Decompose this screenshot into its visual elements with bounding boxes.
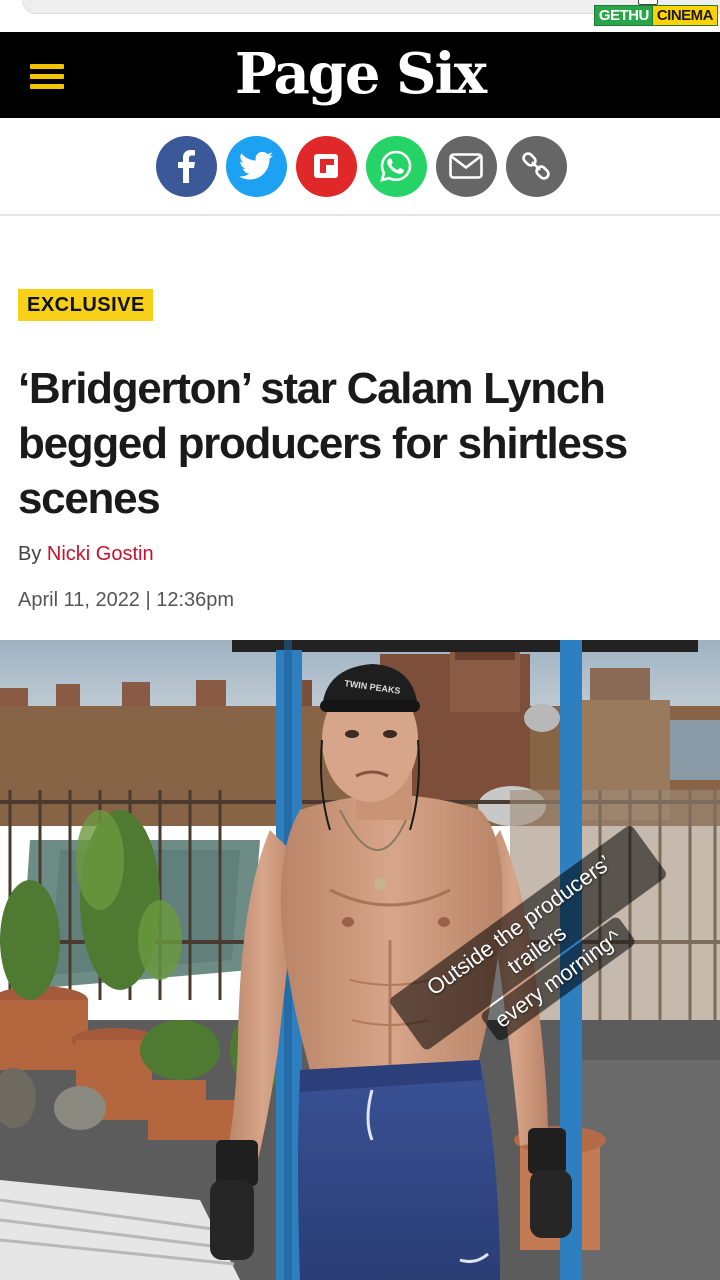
article-header: EXCLUSIVE ‘Bridgerton’ star Calam Lynch … xyxy=(18,289,708,613)
byline-prefix: By xyxy=(18,543,42,565)
twitter-share-button[interactable] xyxy=(225,135,287,197)
facebook-share-button[interactable] xyxy=(155,135,217,197)
twitter-icon xyxy=(238,151,273,180)
author-link[interactable]: Nicki Gostin xyxy=(47,543,154,565)
channel-watermark: GETHU CINEMA xyxy=(593,0,718,27)
browser-strip: GETHU CINEMA xyxy=(0,0,720,32)
flipboard-icon xyxy=(314,154,338,178)
whatsapp-share-button[interactable] xyxy=(365,135,427,197)
copy-link-button[interactable] xyxy=(505,135,567,197)
article-headline: ‘Bridgerton’ star Calam Lynch begged pro… xyxy=(18,364,628,523)
email-icon xyxy=(449,153,483,179)
whatsapp-icon xyxy=(380,150,412,182)
site-header: Page Six xyxy=(0,32,720,118)
byline: By Nicki Gostin xyxy=(18,541,708,567)
watermark-part2: CINEMA xyxy=(652,4,718,26)
site-logo[interactable]: Page Six xyxy=(0,44,720,104)
hero-photo[interactable]: TWIN PEAKS Outside the producers’ traile… xyxy=(0,640,720,1280)
camera-icon xyxy=(638,0,658,5)
flipboard-share-button[interactable] xyxy=(295,135,357,197)
watermark-part1: GETHU xyxy=(593,4,653,26)
publish-date: April 11, 2022 | 12:36pm xyxy=(18,589,235,611)
link-icon xyxy=(522,152,550,180)
facebook-icon xyxy=(178,150,195,183)
exclusive-tag[interactable]: EXCLUSIVE xyxy=(18,289,153,321)
email-share-button[interactable] xyxy=(435,135,497,197)
share-bar xyxy=(0,118,720,216)
